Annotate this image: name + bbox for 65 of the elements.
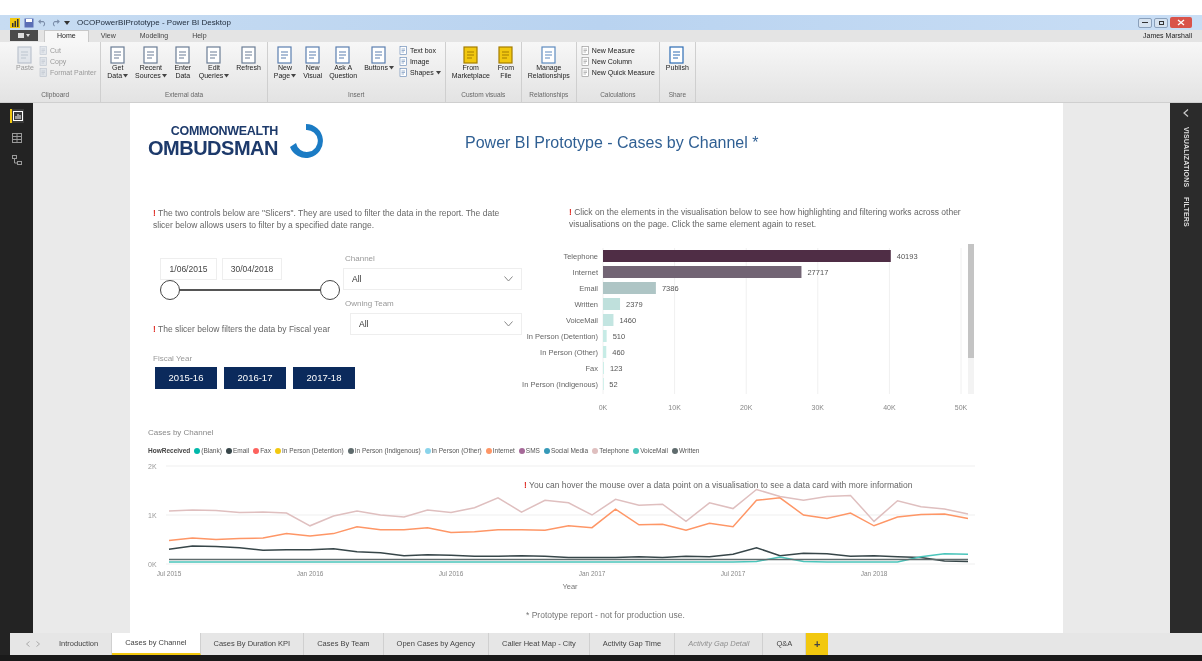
end-date-field[interactable]: 30/04/2018 bbox=[222, 258, 282, 280]
ribbon-item-icon bbox=[108, 46, 127, 64]
ribbon-item-icon bbox=[398, 68, 408, 77]
ribbon-item-icon bbox=[39, 57, 48, 66]
report-title: Power BI Prototype - Cases by Channel * bbox=[465, 133, 759, 153]
chevron-down-icon bbox=[504, 321, 513, 327]
chevron-down-icon bbox=[504, 276, 513, 282]
ribbon-item-icon bbox=[668, 46, 687, 64]
report-view-button[interactable] bbox=[9, 109, 24, 123]
slicer-label: Channel bbox=[345, 253, 375, 265]
slicer-label: Owning Team bbox=[345, 298, 394, 310]
ribbon-item-icon bbox=[276, 46, 294, 64]
ribbon-item-icon bbox=[580, 46, 590, 55]
dropdown[interactable]: All bbox=[350, 313, 522, 335]
footer-note: * Prototype report - not for production use. bbox=[526, 609, 685, 622]
instruction-note: ! You can hover the mouse over a data point on a visualisation to see a data card with more information bbox=[524, 479, 913, 492]
ribbon-item-icon bbox=[239, 46, 258, 64]
ribbon-item-icon bbox=[303, 46, 322, 64]
ribbon-item-icon bbox=[39, 46, 48, 55]
ribbon-item-icon bbox=[39, 68, 48, 77]
undo-icon[interactable] bbox=[38, 18, 47, 27]
ribbon-item-icon bbox=[496, 46, 515, 64]
ribbon-item-icon bbox=[16, 46, 34, 64]
instruction-note: ! The two controls below are "Slicers". They are used to filter the data in the report. The date slicer below allows users to filter by a specified date range. bbox=[153, 207, 501, 231]
ribbon-item-icon bbox=[173, 46, 192, 64]
ribbon-item-icon bbox=[141, 46, 160, 64]
slicer-label: Fiscal Year bbox=[153, 353, 193, 365]
chart-title: Cases by Channel bbox=[148, 427, 214, 439]
ribbon-item-icon bbox=[370, 46, 389, 64]
file-menu-button[interactable] bbox=[10, 30, 38, 41]
collapse-icon[interactable] bbox=[1183, 109, 1189, 117]
fiscal-year-button[interactable]: 2017-18 bbox=[293, 367, 355, 389]
scrollbar[interactable] bbox=[968, 244, 974, 394]
series-line[interactable] bbox=[168, 552, 969, 563]
fiscal-year-button[interactable]: 2015-16 bbox=[155, 367, 217, 389]
instruction-note: ! The slicer below filters the data by Fiscal year bbox=[153, 323, 330, 336]
close-icon[interactable] bbox=[1170, 17, 1192, 28]
ribbon-item-icon bbox=[461, 46, 480, 64]
ribbon-item-icon bbox=[580, 68, 590, 77]
dropdown[interactable]: All bbox=[343, 268, 522, 290]
data-view-button[interactable] bbox=[9, 131, 24, 145]
ribbon-item-icon bbox=[205, 46, 224, 64]
ribbon-item-icon bbox=[398, 57, 408, 66]
window-title: OCOPowerBIPrototype - Power BI Desktop bbox=[77, 16, 231, 29]
fiscal-year-button[interactable]: 2016-17 bbox=[224, 367, 286, 389]
maximize-button[interactable] bbox=[1154, 17, 1168, 28]
logo-text: COMMONWEALTH bbox=[170, 124, 278, 138]
ribbon-item-icon bbox=[539, 46, 558, 64]
model-view-button[interactable] bbox=[9, 153, 24, 167]
caret-icon[interactable] bbox=[64, 19, 70, 26]
minimize-button[interactable] bbox=[1138, 17, 1152, 28]
ribbon-item-icon bbox=[580, 57, 590, 66]
app-logo-icon bbox=[10, 17, 20, 28]
date-range-slider[interactable] bbox=[160, 280, 340, 300]
start-date-field[interactable]: 1/06/2015 bbox=[160, 258, 217, 280]
instruction-note: ! Click on the elements in the visualisation below to see how highlighting and filtering works across other visualisations on the page. Click the same element again to reset. bbox=[569, 206, 962, 230]
redo-icon[interactable] bbox=[51, 18, 60, 27]
logo-text: OMBUDSMAN bbox=[148, 137, 278, 158]
slider-thumb[interactable] bbox=[160, 280, 180, 300]
add-page-button[interactable]: + bbox=[806, 633, 829, 655]
series-line[interactable] bbox=[168, 545, 969, 563]
ribbon-item-icon bbox=[398, 46, 408, 55]
save-icon[interactable] bbox=[24, 17, 34, 28]
slider-thumb[interactable] bbox=[320, 280, 340, 300]
ribbon-item-icon bbox=[334, 46, 353, 64]
